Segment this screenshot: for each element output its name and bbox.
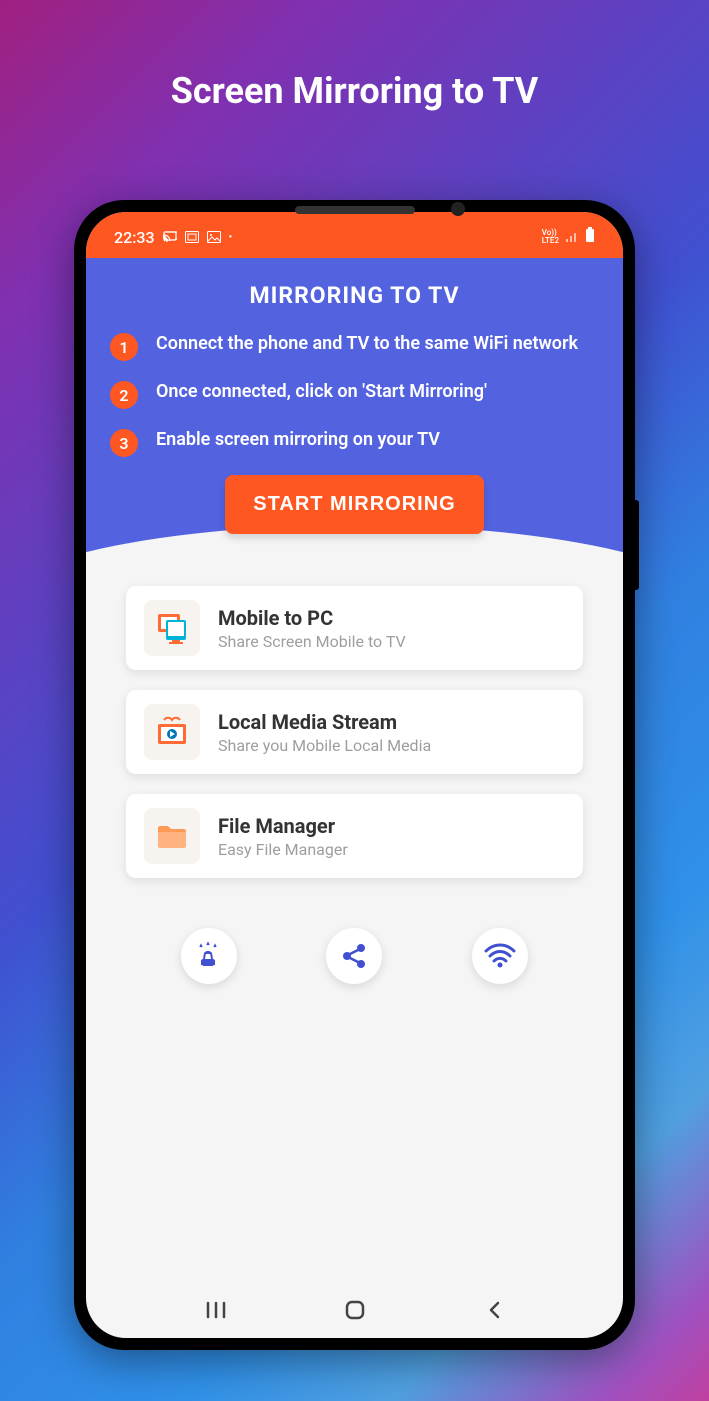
option-cards: Mobile to PC Share Screen Mobile to TV L…	[86, 584, 623, 918]
phone-screen: 22:33 • Vo))LTE2	[86, 212, 623, 1338]
step-2-text: Once connected, click on 'Start Mirrorin…	[156, 379, 487, 404]
cast-icon	[163, 228, 177, 247]
phone-side-button	[635, 500, 639, 590]
page-title: Screen Mirroring to TV	[0, 0, 709, 112]
back-button[interactable]	[479, 1295, 509, 1325]
wifi-button[interactable]	[472, 928, 528, 984]
step-3-number: 3	[110, 429, 138, 457]
card-title: File Manager	[218, 814, 348, 838]
phone-frame: 22:33 • Vo))LTE2	[74, 200, 635, 1350]
hero-section: MIRRORING TO TV 1 Connect the phone and …	[86, 258, 623, 614]
phone-camera	[451, 202, 465, 216]
step-1-text: Connect the phone and TV to the same WiF…	[156, 331, 578, 356]
action-row	[86, 918, 623, 994]
battery-icon	[585, 227, 595, 247]
card-subtitle: Easy File Manager	[218, 840, 348, 859]
card-title: Mobile to PC	[218, 606, 406, 630]
dot-icon: •	[229, 232, 233, 243]
step-3-text: Enable screen mirroring on your TV	[156, 427, 440, 452]
mobile-to-pc-card[interactable]: Mobile to PC Share Screen Mobile to TV	[126, 586, 583, 670]
volte-icon: Vo))LTE2	[542, 229, 559, 245]
recents-button[interactable]	[201, 1295, 231, 1325]
mobile-to-pc-icon	[144, 600, 200, 656]
status-time: 22:33	[114, 228, 155, 247]
step-1: 1 Connect the phone and TV to the same W…	[106, 331, 603, 361]
android-nav-bar	[86, 1282, 623, 1338]
screenshot-icon	[185, 228, 199, 247]
step-2-number: 2	[110, 381, 138, 409]
card-subtitle: Share Screen Mobile to TV	[218, 632, 406, 651]
step-3: 3 Enable screen mirroring on your TV	[106, 427, 603, 457]
card-subtitle: Share you Mobile Local Media	[218, 736, 431, 755]
local-media-stream-card[interactable]: Local Media Stream Share you Mobile Loca…	[126, 690, 583, 774]
folder-icon	[144, 808, 200, 864]
rate-button[interactable]	[181, 928, 237, 984]
phone-speaker	[295, 206, 415, 214]
gallery-icon	[207, 228, 221, 247]
share-button[interactable]	[326, 928, 382, 984]
home-button[interactable]	[340, 1295, 370, 1325]
signal-icon	[565, 228, 579, 247]
step-1-number: 1	[110, 333, 138, 361]
local-media-icon	[144, 704, 200, 760]
start-mirroring-button[interactable]: START MIRRORING	[225, 475, 483, 534]
card-title: Local Media Stream	[218, 710, 431, 734]
step-2: 2 Once connected, click on 'Start Mirror…	[106, 379, 603, 409]
file-manager-card[interactable]: File Manager Easy File Manager	[126, 794, 583, 878]
status-bar: 22:33 • Vo))LTE2	[86, 212, 623, 258]
hero-title: MIRRORING TO TV	[106, 282, 603, 309]
